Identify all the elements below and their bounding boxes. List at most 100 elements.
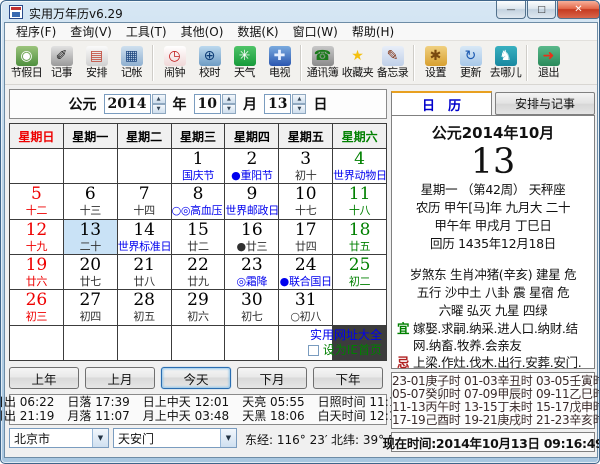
calendar-day-10[interactable]: 10十七 [279, 184, 332, 218]
calendar-day-19[interactable]: 19廿六 [10, 255, 63, 289]
calendar-day-13[interactable]: 13二十 [64, 220, 117, 254]
exit-button[interactable]: ➜退出 [531, 43, 566, 83]
calendar-day-11[interactable]: 11十八 [333, 184, 386, 218]
day-down-icon[interactable]: ▼ [292, 104, 306, 114]
calendar-day-16[interactable]: 16●廿三 [225, 220, 278, 254]
place-dropdown-icon[interactable]: ▼ [220, 429, 236, 447]
day-subtext: 世界邮政日 [225, 204, 278, 217]
update-button[interactable]: ↻更新 [453, 43, 488, 83]
menu-item-others[interactable]: 其他(O) [174, 22, 231, 41]
calendar-day-24[interactable]: 24●联合国日 [279, 255, 332, 289]
menu-item-help[interactable]: 帮助(H) [345, 22, 401, 41]
settings-icon: ✱ [425, 46, 447, 66]
day-subtext: 廿四 [279, 240, 332, 253]
prev-month-button[interactable]: 上月 [85, 367, 155, 389]
travel-button[interactable]: ♞去哪儿 [488, 43, 523, 83]
month-up-icon[interactable]: ▲ [222, 94, 236, 104]
calendar-day-30[interactable]: 30初七 [225, 290, 278, 324]
day-number: 26 [10, 291, 63, 310]
time-sync-button[interactable]: ⊕校时 [192, 43, 227, 83]
calendar-day-31[interactable]: 31○初八 [279, 290, 332, 324]
holidays-button[interactable]: ◉节假日 [9, 43, 44, 83]
year-down-icon[interactable]: ▼ [152, 104, 166, 114]
suitable-label: 宜 [397, 320, 409, 337]
day-subtext: 廿七 [64, 275, 117, 288]
contacts-button[interactable]: ☎通讯簿 [305, 43, 340, 83]
minimize-button[interactable]: — [496, 1, 526, 19]
day-number: 22 [172, 256, 225, 275]
month-down-icon[interactable]: ▼ [222, 104, 236, 114]
calendar-day-1[interactable]: 1国庆节 [172, 149, 225, 183]
tab-calendar[interactable]: 日 历 [391, 91, 492, 115]
set-ie-home-label[interactable]: 设为IE首页 [323, 343, 382, 358]
year-input[interactable]: 2014 [104, 94, 151, 114]
close-icon: ✕ [574, 4, 582, 15]
calendar-day-6[interactable]: 6十三 [64, 184, 117, 218]
day-subtext: 世界标准日 [118, 240, 171, 253]
menu-item-query[interactable]: 查询(V) [63, 22, 119, 41]
memo-icon: ✎ [382, 46, 404, 66]
calendar-day-8[interactable]: 8○◎高血压日 [172, 184, 225, 218]
calendar-day-14[interactable]: 14世界标准日 [118, 220, 171, 254]
tab-schedule-notes[interactable]: 安排与记事 [495, 92, 595, 115]
day-number: 8 [172, 185, 225, 204]
calendar-day-18[interactable]: 18廿五 [333, 220, 386, 254]
month-input[interactable]: 10 [194, 94, 221, 114]
schedule-button[interactable]: ▤安排 [79, 43, 114, 83]
settings-button[interactable]: ✱设置 [418, 43, 453, 83]
calendar-day-2[interactable]: 2●重阳节 [225, 149, 278, 183]
calendar-day-9[interactable]: 9世界邮政日 [225, 184, 278, 218]
today-button[interactable]: 今天 [161, 367, 231, 389]
toolbar-separator [300, 45, 302, 81]
calendar-day-25[interactable]: 25初二 [333, 255, 386, 289]
calendar-day-7[interactable]: 7十四 [118, 184, 171, 218]
weather-button[interactable]: ✳天气 [227, 43, 262, 83]
calendar-day-29[interactable]: 29初六 [172, 290, 225, 324]
prev-year-button[interactable]: 上年 [9, 367, 79, 389]
useful-sites-link[interactable]: 实用网址大全 [308, 328, 382, 343]
city-dropdown-icon[interactable]: ▼ [92, 429, 108, 447]
alarm-button[interactable]: ◷闹钟 [157, 43, 192, 83]
suitable-text: 嫁娶.求嗣.纳采.进人口.纳财.结网.纳畜.牧养.会亲友 [413, 321, 578, 353]
maximize-button[interactable]: □ [527, 1, 556, 19]
sun-moon-item: 月上中天 03:48 [143, 410, 229, 423]
menu-item-program[interactable]: 程序(F) [9, 22, 63, 41]
next-year-button[interactable]: 下年 [313, 367, 383, 389]
calendar-day-15[interactable]: 15廿二 [172, 220, 225, 254]
calendar-day-22[interactable]: 22廿九 [172, 255, 225, 289]
calendar-day-23[interactable]: 23◎霜降 [225, 255, 278, 289]
place-select[interactable]: 天安门 ▼ [113, 428, 237, 448]
notes-button[interactable]: ✐记事 [44, 43, 79, 83]
day-input[interactable]: 13 [264, 94, 291, 114]
close-button[interactable]: ✕ [557, 1, 600, 19]
calendar-day-5[interactable]: 5十二 [10, 184, 63, 218]
city-select[interactable]: 北京市 ▼ [9, 428, 109, 448]
memo-button[interactable]: ✎备忘录 [375, 43, 410, 83]
menu-item-window[interactable]: 窗口(W) [286, 22, 345, 41]
calendar-day-27[interactable]: 27初四 [64, 290, 117, 324]
place-select-value: 天安门 [114, 430, 220, 447]
day-number: 16 [225, 221, 278, 240]
menu-item-data[interactable]: 数据(K) [230, 22, 285, 41]
accounting-button[interactable]: ▦记帐 [114, 43, 149, 83]
tv-button[interactable]: ✚电视 [262, 43, 297, 83]
calendar-day-3[interactable]: 3初十 [279, 149, 332, 183]
almanac-line: 六曜 弘灭 九星 四绿 [392, 302, 594, 320]
calendar-day-21[interactable]: 21廿八 [118, 255, 171, 289]
calendar-day-20[interactable]: 20廿七 [64, 255, 117, 289]
calendar-day-12[interactable]: 12十九 [10, 220, 63, 254]
calendar-day-17[interactable]: 17廿四 [279, 220, 332, 254]
calendar-links: 实用网址大全 设为IE首页 [308, 328, 382, 358]
year-up-icon[interactable]: ▲ [152, 94, 166, 104]
ie-home-checkbox[interactable] [308, 345, 319, 356]
day-up-icon[interactable]: ▲ [292, 94, 306, 104]
calendar-day-26[interactable]: 26初三 [10, 290, 63, 324]
year-stepper: ▲ ▼ [152, 94, 166, 114]
calendar-day-4[interactable]: 4世界动物日 [333, 149, 386, 183]
calendar-day-28[interactable]: 28初五 [118, 290, 171, 324]
day-number: 30 [225, 291, 278, 310]
menu-item-tools[interactable]: 工具(T) [119, 22, 174, 41]
favorites-button[interactable]: ★收藏夹 [340, 43, 375, 83]
next-month-button[interactable]: 下月 [237, 367, 307, 389]
title-bar: 实用万年历v6.29 — □ ✕ [1, 1, 599, 23]
